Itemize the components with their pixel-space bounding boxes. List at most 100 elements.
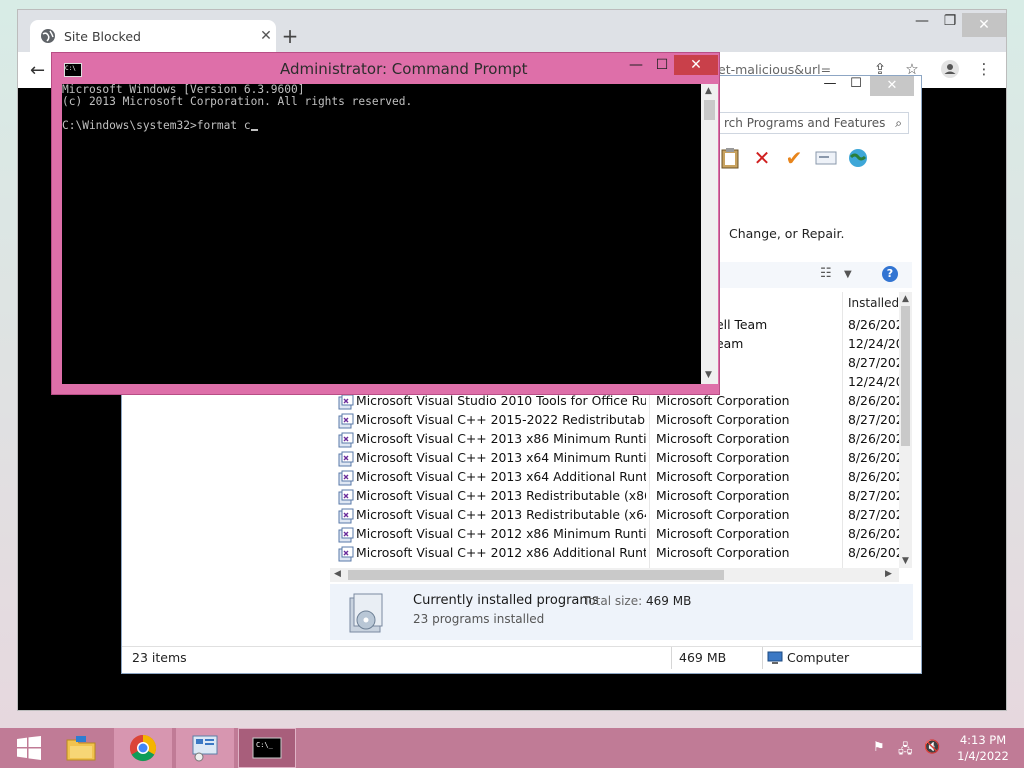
command-prompt-window: C:\ Administrator: Command Prompt — ☐ ✕ … — [52, 53, 719, 394]
installer-icon — [338, 546, 354, 562]
start-button[interactable] — [0, 728, 58, 768]
cmd-close-icon[interactable]: ✕ — [674, 55, 718, 75]
details-pane: Currently installed programs Total size:… — [330, 584, 913, 640]
table-row[interactable]: Microsoft Visual C++ 2012 x86 Additional… — [336, 545, 908, 564]
scroll-up-icon[interactable]: ▲ — [705, 86, 712, 96]
search-icon: ⌕ — [895, 116, 902, 130]
help-icon[interactable]: ? — [882, 266, 898, 282]
taskbar: C:\_ ⚑ 🖧 🔇 4:13 PM 1/4/2022 — [0, 728, 1024, 768]
network-icon[interactable]: 🖧 — [898, 740, 913, 762]
list-vertical-scrollbar[interactable]: ▲ ▼ — [899, 292, 912, 568]
table-row[interactable]: Microsoft Visual C++ 2013 Redistributabl… — [336, 507, 908, 526]
scroll-down-icon[interactable]: ▼ — [705, 370, 712, 380]
hint-text: Change, or Repair. — [729, 226, 845, 241]
details-count: 23 programs installed — [413, 612, 545, 626]
clipboard-icon[interactable] — [717, 145, 743, 171]
cmd-minimize-icon[interactable]: — — [622, 55, 650, 75]
profile-avatar-icon[interactable] — [940, 60, 960, 80]
control-panel-icon — [192, 735, 218, 762]
pf-minimize-icon[interactable]: — — [816, 76, 844, 91]
system-clock[interactable]: 4:13 PM 1/4/2022 — [954, 732, 1012, 764]
pf-toolbar: ✕ ✔ — [717, 144, 871, 172]
windows-logo-icon — [17, 736, 41, 760]
table-row[interactable]: Microsoft Visual Studio 2010 Tools for O… — [336, 393, 908, 412]
browser-tab[interactable]: Site Blocked ✕ — [30, 20, 276, 52]
tab-close-icon[interactable]: ✕ — [256, 28, 276, 44]
tab-title: Site Blocked — [64, 28, 141, 44]
cmd-icon: C:\_ — [252, 737, 282, 759]
control-panel-taskbar-button[interactable] — [176, 728, 234, 768]
pf-close-icon[interactable]: ✕ — [870, 76, 914, 96]
installed-programs-icon — [349, 593, 383, 633]
table-row[interactable]: Microsoft Visual C++ 2012 x86 Minimum Ru… — [336, 526, 908, 545]
status-size: 469 MB — [679, 650, 727, 665]
program-list: Microsoft Visual Studio 2010 Tools for O… — [336, 393, 908, 564]
chrome-taskbar-button[interactable] — [114, 728, 172, 768]
scroll-thumb[interactable] — [348, 570, 724, 580]
maximize-icon[interactable]: ❐ — [940, 13, 960, 29]
chrome-icon — [129, 734, 157, 762]
command-prompt-taskbar-button[interactable]: C:\_ — [238, 728, 296, 768]
cmd-app-icon: C:\ — [64, 63, 82, 77]
console-command: C:\Windows\system32>format c — [62, 119, 251, 132]
view-dropdown-icon[interactable]: ▼ — [844, 269, 852, 280]
cmd-scrollbar[interactable]: ▲ ▼ — [701, 84, 718, 384]
search-placeholder: rch Programs and Features — [724, 116, 886, 130]
menu-kebab-icon[interactable]: ⋮ — [974, 60, 994, 80]
scroll-down-icon[interactable]: ▼ — [902, 556, 909, 566]
installer-icon — [338, 451, 354, 467]
table-row[interactable]: Microsoft Visual C++ 2015-2022 Redistrib… — [336, 412, 908, 431]
status-bar: 23 items 469 MB Computer — [122, 646, 921, 669]
clock-time: 4:13 PM — [959, 733, 1007, 747]
details-size: 469 MB — [646, 594, 692, 608]
back-button[interactable]: ← — [30, 60, 45, 81]
computer-icon — [767, 651, 783, 664]
column-installed-on[interactable]: Installed — [848, 292, 900, 314]
installer-icon — [338, 432, 354, 448]
uninstall-x-icon[interactable]: ✕ — [749, 145, 775, 171]
status-items: 23 items — [132, 650, 187, 665]
view-options-icon[interactable]: ☷ — [820, 266, 832, 281]
status-location: Computer — [787, 650, 850, 665]
installer-icon — [338, 508, 354, 524]
clock-date: 1/4/2022 — [957, 749, 1009, 763]
text-cursor — [250, 129, 258, 131]
minimize-icon[interactable]: — — [912, 13, 932, 29]
pf-maximize-icon[interactable]: ☐ — [842, 76, 870, 91]
properties-icon[interactable] — [813, 145, 839, 171]
details-title: Currently installed programs — [413, 593, 599, 608]
console-input-line[interactable]: C:\Windows\system32>format c — [62, 120, 701, 132]
scroll-up-icon[interactable]: ▲ — [902, 294, 909, 304]
table-row[interactable]: Microsoft Visual C++ 2013 Redistributabl… — [336, 488, 908, 507]
folder-icon — [66, 736, 96, 761]
console-line: (c) 2013 Microsoft Corporation. All righ… — [62, 95, 413, 108]
scroll-right-icon[interactable]: ▶ — [885, 569, 892, 579]
checkmark-icon[interactable]: ✔ — [781, 145, 807, 171]
volume-muted-icon[interactable]: 🔇 — [924, 740, 940, 755]
table-row[interactable]: Microsoft Visual C++ 2013 x64 Minimum Ru… — [336, 450, 908, 469]
close-icon[interactable]: ✕ — [962, 13, 1006, 37]
globe-icon — [41, 29, 55, 43]
scroll-thumb[interactable] — [901, 306, 910, 446]
scroll-thumb[interactable] — [704, 100, 715, 120]
installer-icon — [338, 413, 354, 429]
status-divider — [671, 647, 672, 669]
table-row[interactable]: Microsoft Visual C++ 2013 x86 Minimum Ru… — [336, 431, 908, 450]
globe-update-icon[interactable] — [845, 145, 871, 171]
installer-icon — [338, 527, 354, 543]
installer-icon — [338, 394, 354, 410]
cmd-window-title: Administrator: Command Prompt — [280, 60, 528, 78]
details-size-label: Total size: — [583, 594, 643, 608]
file-explorer-button[interactable] — [52, 728, 110, 768]
search-input[interactable]: rch Programs and Features ⌕ — [717, 112, 909, 134]
cmd-maximize-icon[interactable]: ☐ — [648, 55, 676, 75]
list-horizontal-scrollbar[interactable]: ◀ ▶ — [330, 568, 899, 582]
installer-icon — [338, 470, 354, 486]
table-row[interactable]: Microsoft Visual C++ 2013 x64 Additional… — [336, 469, 908, 488]
console-output[interactable]: Microsoft Windows [Version 6.3.9600] (c)… — [62, 84, 701, 384]
installer-icon — [338, 489, 354, 505]
action-center-flag-icon[interactable]: ⚑ — [873, 740, 885, 755]
scroll-left-icon[interactable]: ◀ — [334, 569, 341, 579]
svg-text:C:\_: C:\_ — [256, 741, 274, 749]
new-tab-button[interactable]: + — [280, 24, 300, 48]
